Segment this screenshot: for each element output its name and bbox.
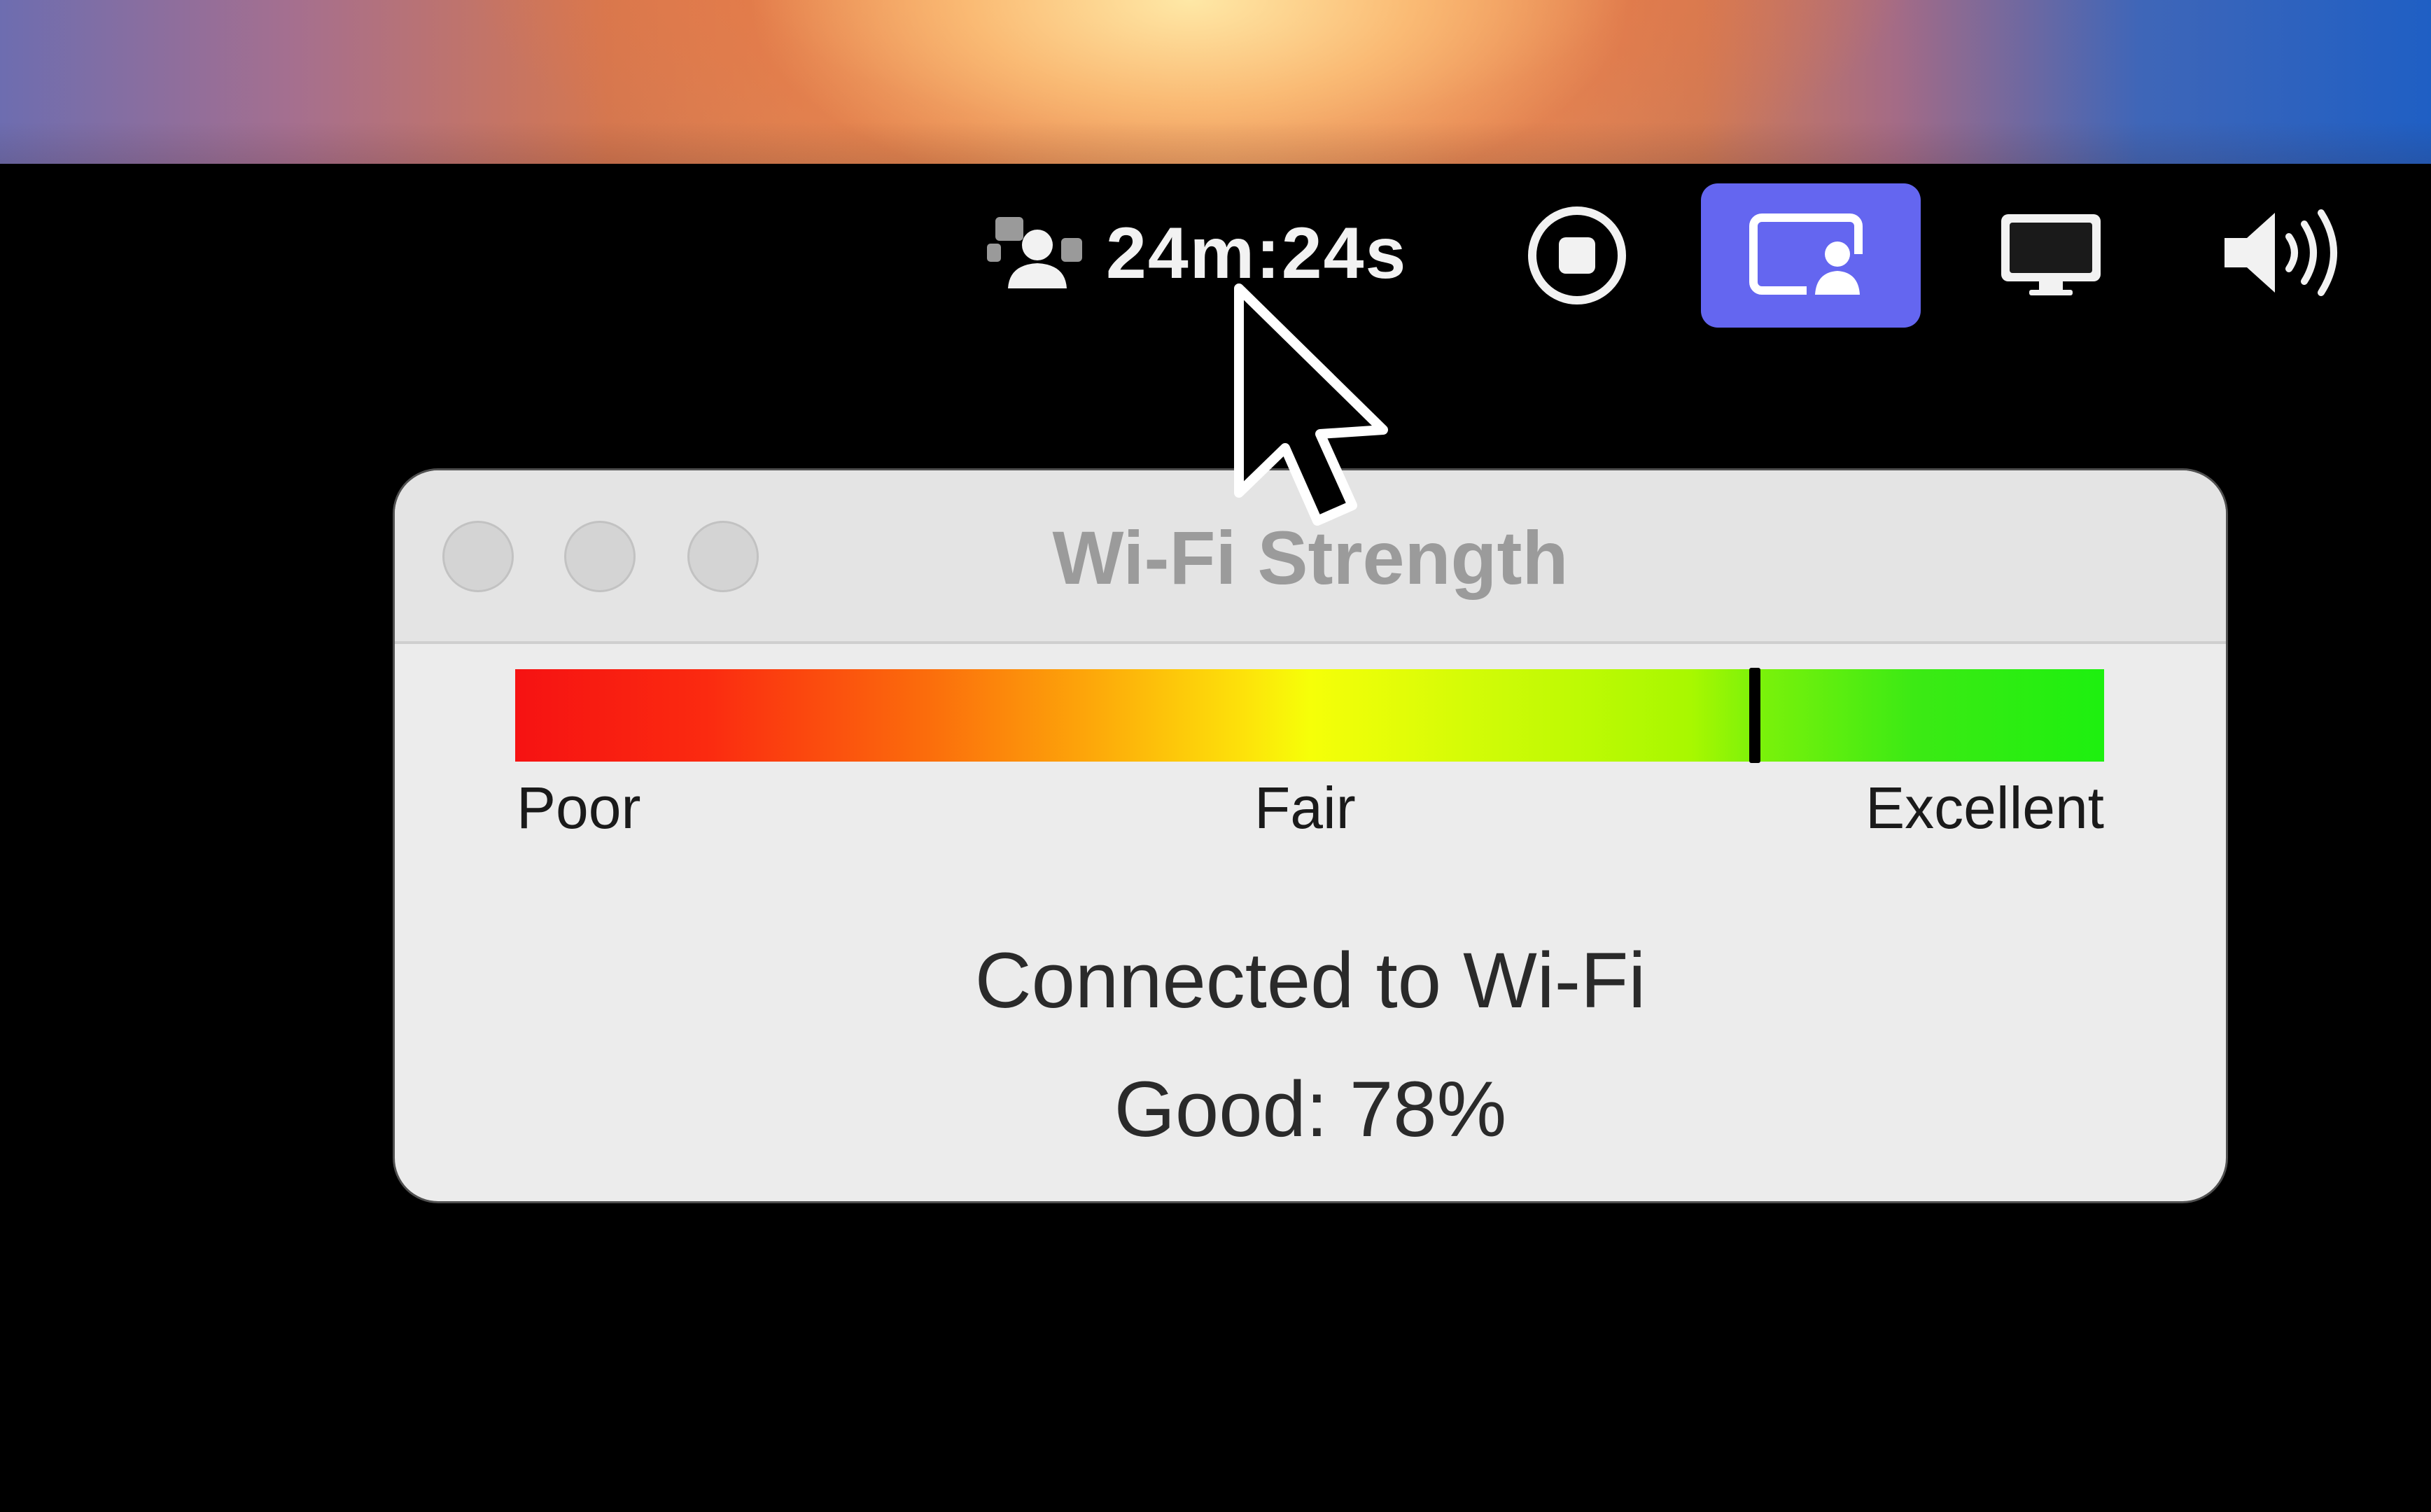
signal-strength-marker [1749, 668, 1760, 763]
screen-share-button[interactable] [1701, 183, 1921, 328]
display-icon [1998, 210, 2103, 304]
meter-label-fair: Fair [1254, 775, 1356, 841]
stop-record-icon [1526, 204, 1628, 310]
meter-label-poor: Poor [517, 775, 641, 841]
wifi-strength-window: Wi-Fi Strength Poor Fair Excellent Conne… [395, 470, 2226, 1201]
display-button[interactable] [1995, 204, 2107, 309]
mouse-cursor-icon [1233, 283, 1415, 556]
stop-button[interactable] [1525, 204, 1630, 309]
signal-strength-text: Good: 78% [1114, 1065, 1507, 1153]
signal-strength-meter [515, 668, 2104, 763]
screen: 24m:24s Wi-Fi Strength Poor Fair Excelle… [0, 0, 2431, 1512]
volume-icon [2219, 207, 2345, 302]
participants-icon [987, 210, 1085, 298]
screen-share-icon [1748, 212, 1874, 300]
desktop-wallpaper [0, 0, 2431, 164]
meter-label-excellent: Excellent [1865, 775, 2104, 841]
connection-status: Connected to Wi-Fi [974, 937, 1646, 1024]
volume-button[interactable] [2212, 202, 2352, 307]
